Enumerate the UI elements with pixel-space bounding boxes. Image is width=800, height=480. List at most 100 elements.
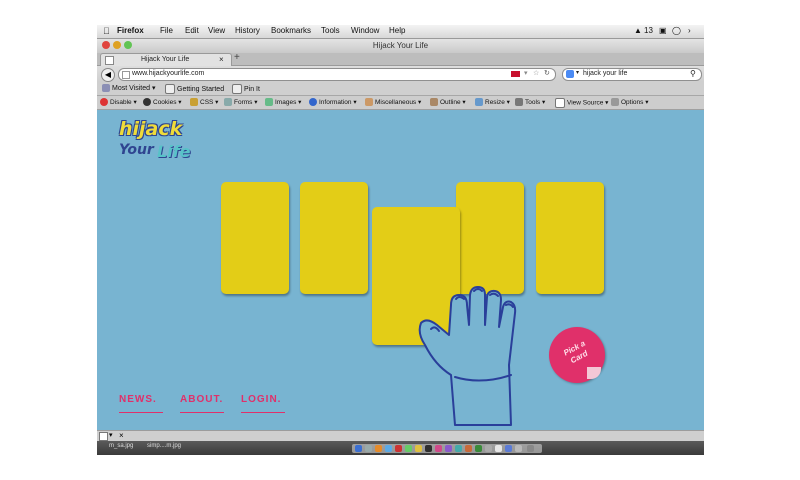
reload-icon[interactable]: ↻ [544, 69, 550, 77]
dev-information[interactable]: Information ▾ [309, 98, 357, 107]
dock-app-icon[interactable] [485, 445, 492, 452]
disable-icon [100, 98, 108, 107]
bookmark-star-icon[interactable]: ☆ [533, 69, 539, 77]
dock-app-icon[interactable] [425, 445, 432, 452]
screen:  Firefox File Edit View History Bookmar… [97, 25, 704, 455]
card-1[interactable] [221, 182, 289, 294]
dev-outline[interactable]: Outline ▾ [430, 98, 466, 107]
bookmark-getting-started[interactable]: Getting Started [165, 84, 224, 94]
navigation-bar: ◀ www.hijackyourlife.com ▾ ☆ ↻ ▾ hijack … [97, 66, 704, 82]
menu-view[interactable]: View [208, 26, 225, 35]
css-icon [190, 98, 198, 107]
dev-label: Information [319, 99, 352, 106]
dock-app-icon[interactable] [435, 445, 442, 452]
card-5[interactable] [536, 182, 604, 294]
logo-life: Life [157, 142, 191, 161]
desktop-file-1[interactable]: m_sa.jpg [109, 443, 133, 449]
dev-forms[interactable]: Forms ▾ [224, 98, 258, 107]
dev-label: Forms [234, 99, 253, 106]
bluetooth-icon[interactable]: › [688, 26, 691, 35]
dev-cookies[interactable]: Cookies ▾ [143, 98, 182, 107]
url-text[interactable]: www.hijackyourlife.com [132, 70, 204, 77]
flag-icon[interactable] [511, 71, 520, 77]
dock-app-icon[interactable] [465, 445, 472, 452]
menu-edit[interactable]: Edit [185, 26, 199, 35]
dev-images[interactable]: Images ▾ [265, 98, 301, 107]
dev-label: Options [621, 99, 644, 106]
dock-app-icon[interactable] [415, 445, 422, 452]
nav-news[interactable]: NEWS. [119, 394, 163, 413]
close-addon-bar-icon[interactable]: × [119, 431, 124, 440]
search-input[interactable]: hijack your life [583, 70, 627, 77]
menu-tools[interactable]: Tools [321, 26, 340, 35]
dock-folder-icon[interactable] [515, 445, 522, 452]
dev-label: Outline [440, 99, 461, 106]
dock-app-icon[interactable] [405, 445, 412, 452]
dock [352, 444, 542, 453]
bookmark-label: Most Visited [112, 85, 150, 92]
search-engine-dropdown-icon[interactable]: ▾ [576, 69, 579, 76]
new-tab-button[interactable]: + [234, 52, 240, 63]
cookies-icon [143, 98, 151, 107]
dock-app-icon[interactable] [505, 445, 512, 452]
dev-label: Resize [485, 99, 505, 106]
dock-app-icon[interactable] [365, 445, 372, 452]
menu-file[interactable]: File [160, 26, 173, 35]
dev-disable[interactable]: Disable ▾ [100, 98, 137, 107]
desktop-file-2[interactable]: simp....m.jpg [147, 443, 181, 449]
hand-pointer-icon [418, 286, 517, 426]
addon-dropdown-icon[interactable]: ▾ [109, 431, 113, 439]
favicon-icon [105, 56, 114, 65]
bookmarks-bar: Most Visited ▾ Getting Started Pin It [97, 82, 704, 96]
nav-login[interactable]: LOGIN. [241, 394, 285, 413]
search-bar[interactable]: ▾ hijack your life ⚲ [562, 68, 702, 81]
dev-miscellaneous[interactable]: Miscellaneous ▾ [365, 98, 421, 107]
dock-app-icon[interactable] [395, 445, 402, 452]
back-button[interactable]: ◀ [101, 68, 115, 82]
dock-app-icon[interactable] [495, 445, 502, 452]
dock-app-icon[interactable] [385, 445, 392, 452]
tools-icon [515, 98, 523, 107]
dock-firefox-icon[interactable] [375, 445, 382, 452]
nav-about[interactable]: ABOUT. [180, 394, 224, 413]
time-machine-icon[interactable]: ◯ [672, 26, 681, 35]
search-icon[interactable]: ⚲ [690, 69, 696, 78]
dev-tools[interactable]: Tools ▾ [515, 98, 545, 107]
bookmark-most-visited[interactable]: Most Visited ▾ [102, 84, 155, 93]
sticker-peel [587, 367, 601, 379]
menu-app-name[interactable]: Firefox [117, 26, 144, 35]
dock-trash-icon[interactable] [527, 445, 534, 452]
tab-close-icon[interactable]: × [219, 55, 224, 64]
dock-app-icon[interactable] [475, 445, 482, 452]
bookmark-pin-it[interactable]: Pin It [232, 84, 260, 94]
dev-options[interactable]: Options ▾ [611, 98, 648, 107]
dropdown-arrow-icon[interactable]: ▾ [524, 69, 528, 77]
dock-app-icon[interactable] [455, 445, 462, 452]
dock-app-icon[interactable] [445, 445, 452, 452]
card-2[interactable] [300, 182, 368, 294]
adobe-icon[interactable]: ▲ [634, 26, 642, 35]
view-source-icon [555, 98, 565, 108]
google-icon[interactable] [566, 70, 574, 78]
tab-hijack-your-life[interactable]: Hijack Your Life × [100, 53, 232, 66]
addon-icon[interactable] [99, 432, 108, 441]
status-count: 13 [644, 26, 653, 35]
dock-finder-icon[interactable] [355, 445, 362, 452]
url-bar[interactable]: www.hijackyourlife.com ▾ ☆ ↻ [118, 68, 556, 81]
menubar:  Firefox File Edit View History Bookmar… [97, 25, 704, 39]
dev-resize[interactable]: Resize ▾ [475, 98, 510, 107]
dev-css[interactable]: CSS ▾ [190, 98, 218, 107]
display-icon[interactable]: ▣ [659, 26, 667, 35]
resize-icon [475, 98, 483, 107]
site-identity-icon[interactable] [122, 71, 130, 79]
menu-bookmarks[interactable]: Bookmarks [271, 26, 311, 35]
logo[interactable]: hijack Your Life [119, 118, 209, 170]
menu-history[interactable]: History [235, 26, 260, 35]
dev-label: Tools [525, 99, 541, 106]
apple-icon[interactable]:  [103, 26, 110, 36]
menu-help[interactable]: Help [389, 26, 405, 35]
menu-window[interactable]: Window [351, 26, 379, 35]
miscellaneous-icon [365, 98, 373, 107]
pick-a-card-sticker[interactable]: Pick a Card [549, 327, 605, 383]
dev-view-source[interactable]: View Source ▾ [555, 98, 608, 108]
